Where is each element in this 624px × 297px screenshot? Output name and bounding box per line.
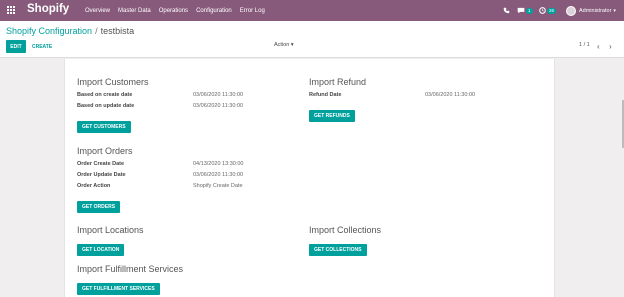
app-brand[interactable]: Shopify: [27, 3, 69, 15]
section-title: Import Collections: [309, 225, 382, 235]
get-fulfillment-services-button[interactable]: GET FULFILLMENT SERVICES: [77, 283, 160, 295]
top-navbar: Shopify Overview Master Data Operations …: [0, 0, 624, 21]
messages-icon[interactable]: 1: [517, 0, 533, 21]
field-value: 03/06/2020 11:30:00: [193, 103, 244, 109]
breadcrumb-current: testbista: [100, 26, 135, 36]
get-orders-button[interactable]: GET ORDERS: [77, 201, 121, 213]
pager-previous-button[interactable]: ‹: [597, 40, 600, 53]
menu-operations[interactable]: Operations: [159, 8, 188, 14]
edit-button[interactable]: EDIT: [6, 40, 26, 53]
section-import-locations: Import Locations GET LOCATION: [77, 225, 277, 256]
user-name: Administrator: [579, 7, 612, 14]
field-label: Based on create date: [77, 92, 133, 98]
section-import-orders: Import Orders Order Create Date 04/13/20…: [77, 146, 277, 213]
main-menu: Overview Master Data Operations Configur…: [85, 0, 273, 21]
create-button[interactable]: CREATE: [32, 40, 52, 53]
field-label: Order Create Date: [77, 161, 125, 167]
field-row: Order Update Date 03/06/2020 11:30:00: [77, 170, 277, 181]
field-row: Based on update date 03/06/2020 11:30:00: [77, 101, 277, 112]
pager-next-button[interactable]: ›: [609, 40, 612, 53]
chevron-down-icon: ▾: [613, 7, 616, 14]
field-label: Based on update date: [77, 103, 135, 109]
breadcrumb: Shopify Configuration / testbista: [6, 26, 134, 36]
field-row: Order Action Shopify Create Date: [77, 181, 277, 192]
section-title: Import Locations: [77, 225, 144, 235]
breadcrumb-parent[interactable]: Shopify Configuration: [6, 26, 92, 36]
activity-icon[interactable]: 26: [539, 0, 557, 21]
section-import-collections: Import Collections GET COLLECTIONS: [309, 225, 509, 256]
field-row: Order Create Date 04/13/2020 13:30:00: [77, 159, 277, 170]
pager-value[interactable]: 1 / 1: [579, 42, 590, 48]
field-value: Shopify Create Date: [193, 183, 243, 189]
field-row: Based on create date 03/06/2020 11:30:00: [77, 90, 277, 101]
get-customers-button[interactable]: GET CUSTOMERS: [77, 121, 131, 133]
menu-configuration[interactable]: Configuration: [196, 8, 232, 14]
menu-master-data[interactable]: Master Data: [118, 8, 151, 14]
section-title: Import Orders: [77, 146, 133, 156]
get-collections-button[interactable]: GET COLLECTIONS: [309, 244, 367, 256]
section-import-refund: Import Refund Refund Date 03/06/2020 11:…: [309, 77, 509, 122]
section-import-fulfillment-services: Import Fulfillment Services GET FULFILLM…: [77, 264, 297, 295]
section-import-customers: Import Customers Based on create date 03…: [77, 77, 277, 133]
breadcrumb-separator: /: [95, 26, 98, 36]
apps-menu-icon[interactable]: [7, 6, 16, 15]
avatar: [566, 5, 576, 16]
control-panel: Shopify Configuration / testbista EDIT CRE…: [0, 21, 624, 58]
get-location-button[interactable]: GET LOCATION: [77, 244, 125, 256]
field-value: 03/06/2020 11:30:00: [425, 92, 476, 98]
phone-icon[interactable]: [503, 0, 510, 21]
field-label: Order Action: [77, 183, 111, 189]
action-dropdown[interactable]: Action ▾: [274, 42, 294, 48]
activity-badge: 26: [547, 7, 557, 14]
field-value: 03/06/2020 11:30:00: [193, 92, 244, 98]
field-row: Refund Date 03/06/2020 11:30:00: [309, 90, 509, 101]
menu-overview[interactable]: Overview: [85, 8, 110, 14]
get-refunds-button[interactable]: GET REFUNDS: [309, 110, 355, 122]
section-title: Import Fulfillment Services: [77, 264, 184, 274]
menu-error-log[interactable]: Error Log: [240, 8, 265, 14]
user-menu[interactable]: Administrator ▾: [566, 0, 616, 21]
section-title: Import Customers: [77, 77, 149, 87]
messages-badge: 1: [526, 7, 533, 14]
field-label: Order Update Date: [77, 172, 126, 178]
field-value: 04/13/2020 13:30:00: [193, 161, 244, 167]
section-title: Import Refund: [309, 77, 367, 87]
field-label: Refund Date: [309, 92, 342, 98]
field-value: 03/06/2020 11:30:00: [193, 172, 244, 178]
